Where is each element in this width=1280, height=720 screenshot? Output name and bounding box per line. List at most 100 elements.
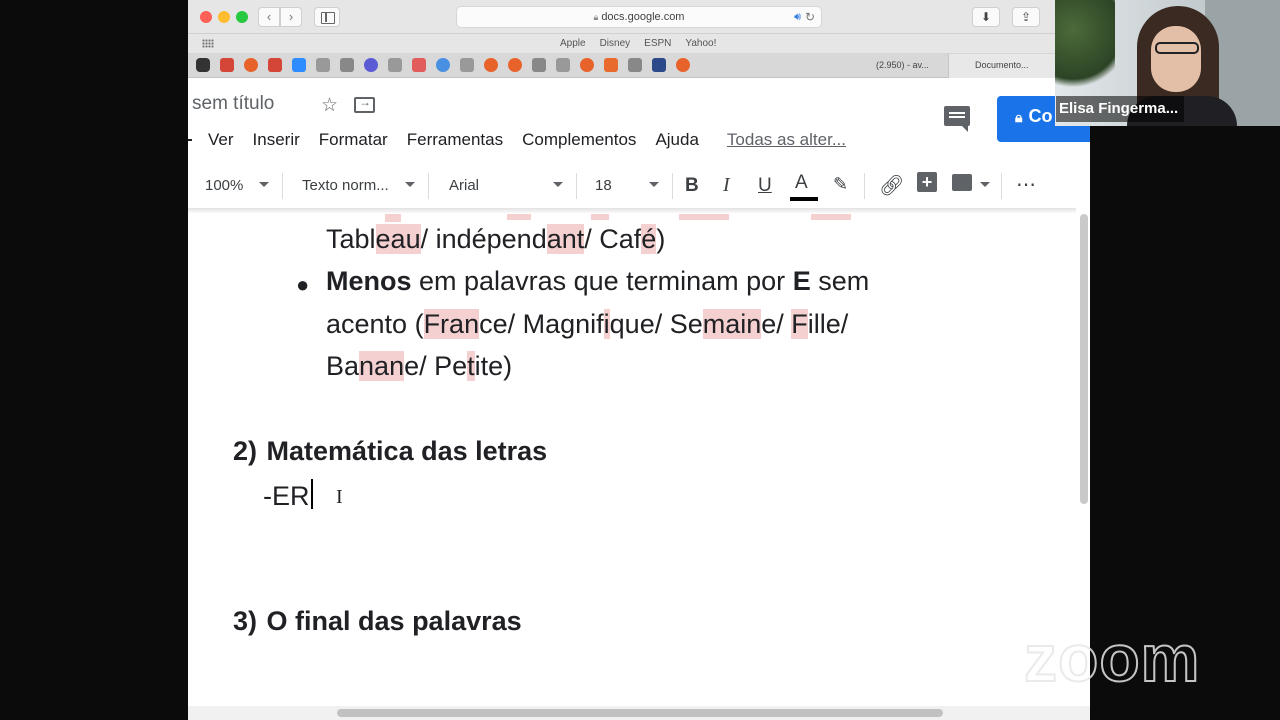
spell-highlight: t: [467, 351, 475, 381]
text-run: Ba: [326, 351, 360, 381]
address-bar[interactable]: 🔒︎ docs.google.com 🔊︎ ↻: [456, 6, 822, 28]
tab-p-icon[interactable]: [388, 58, 402, 72]
move-folder-icon[interactable]: [354, 95, 375, 113]
doc-line: acento (France/ Magnifique/ Semaine/ Fil…: [326, 309, 848, 340]
link-icon[interactable]: 🔗︎: [879, 173, 904, 198]
bold-text: E: [792, 266, 811, 296]
tab-l-icon[interactable]: [316, 58, 330, 72]
favorite-item[interactable]: ESPN: [644, 38, 671, 49]
favorite-item[interactable]: Apple: [560, 38, 586, 49]
heading-text: Matemática das letras: [266, 436, 548, 466]
speaker-icon[interactable]: 🔊︎: [794, 7, 801, 27]
zoom-select[interactable]: 100%: [205, 177, 243, 194]
document-page[interactable]: ( Tableau/ indépendant/ Café) ● Menos em…: [188, 214, 1076, 714]
divider: [672, 173, 673, 199]
instagram-icon[interactable]: [196, 58, 210, 72]
tab-f-icon[interactable]: [556, 58, 570, 72]
chevron-left-icon: ‹: [266, 9, 272, 24]
menu-inserir[interactable]: Inserir: [253, 130, 300, 150]
chevron-down-icon[interactable]: [259, 182, 269, 187]
menu-bar: Ver Inserir Formatar Ferramentas Complem…: [188, 130, 865, 150]
asana-icon[interactable]: [412, 58, 426, 72]
downloads-button[interactable]: ⬇: [972, 7, 1000, 27]
heading-text: O final das palavras: [266, 606, 522, 636]
document-title[interactable]: sem título: [192, 93, 274, 115]
heading-2: 2) Matemática das letras: [233, 436, 547, 467]
share-label: Co: [1028, 106, 1053, 126]
shared-screen: ‹ › 🔒︎ docs.google.com 🔊︎ ↻ ⬇ ⇪ Apple Dis…: [188, 0, 1090, 720]
heading-number: 2): [233, 436, 258, 466]
back-button[interactable]: ‹: [258, 7, 280, 27]
divider: [282, 173, 283, 199]
sidebar-toggle-button[interactable]: [314, 7, 340, 27]
text-run: sem: [810, 266, 870, 296]
hotmart-icon[interactable]: [508, 58, 522, 72]
doc-line: Banane/ Petite): [326, 351, 512, 382]
text-color-icon[interactable]: A: [795, 172, 808, 194]
lock-icon: 🔒︎: [593, 12, 599, 22]
tab-a-icon[interactable]: [628, 58, 642, 72]
star-icon[interactable]: ☆: [321, 94, 338, 117]
text-run: Tabl: [326, 224, 376, 254]
bold-icon[interactable]: B: [685, 175, 699, 197]
underline-icon[interactable]: U: [758, 175, 772, 197]
menu-complementos[interactable]: Complementos: [522, 130, 636, 150]
chevron-right-icon: ›: [288, 9, 294, 24]
zoom-icon[interactable]: [292, 58, 306, 72]
menu-formatar[interactable]: Formatar: [319, 130, 388, 150]
favorite-item[interactable]: Yahoo!: [685, 38, 716, 49]
cpanel-icon[interactable]: [604, 58, 618, 72]
hotmart-icon[interactable]: [580, 58, 594, 72]
tab-youtube[interactable]: (2.950) - av...: [876, 60, 929, 70]
menu-ver[interactable]: Ver: [208, 130, 234, 150]
zoom-window-button[interactable]: [236, 11, 248, 23]
tab-m-icon[interactable]: [340, 58, 354, 72]
grid-icon[interactable]: [202, 39, 214, 48]
chevron-down-icon[interactable]: [405, 182, 415, 187]
gmail-icon[interactable]: [268, 58, 282, 72]
share-icon: ⇪: [1020, 10, 1032, 24]
zoom-watermark-logo: zoom: [1023, 620, 1201, 696]
chevron-down-icon[interactable]: [649, 182, 659, 187]
insert-image-icon[interactable]: [952, 174, 972, 191]
vertical-scrollbar[interactable]: [1080, 214, 1088, 504]
forward-button[interactable]: ›: [280, 7, 302, 27]
tab-play-icon[interactable]: [652, 58, 666, 72]
minimize-window-button[interactable]: [218, 11, 230, 23]
tab-c-icon[interactable]: [460, 58, 474, 72]
favorite-item[interactable]: Disney: [600, 38, 631, 49]
add-comment-icon[interactable]: +: [917, 172, 937, 192]
highlight-fragment: [811, 214, 851, 220]
tab-m-icon[interactable]: [532, 58, 546, 72]
chevron-down-icon[interactable]: [980, 182, 990, 187]
font-select[interactable]: Arial: [449, 177, 479, 194]
spell-highlight: nan: [359, 351, 405, 381]
ibeam-cursor-icon: I: [336, 486, 343, 508]
menu-ajuda[interactable]: Ajuda: [655, 130, 698, 150]
text-cursor: [310, 479, 313, 509]
hotmart-icon[interactable]: [244, 58, 258, 72]
menu-ferramentas[interactable]: Ferramentas: [407, 130, 503, 150]
revision-history-link[interactable]: Todas as alter...: [727, 130, 846, 150]
browser-share-button[interactable]: ⇪: [1012, 7, 1040, 27]
text-run: e/: [761, 309, 792, 339]
tab-app-icon[interactable]: [364, 58, 378, 72]
url-text: docs.google.com: [601, 11, 685, 23]
highlight-pen-icon[interactable]: ✎: [833, 174, 848, 195]
text-color-swatch: [790, 197, 818, 201]
comments-icon[interactable]: [944, 106, 970, 132]
reload-icon[interactable]: ↻: [805, 7, 815, 27]
style-select[interactable]: Texto norm...: [302, 177, 389, 194]
menu-overflow: [188, 139, 192, 141]
close-window-button[interactable]: [200, 11, 212, 23]
tab-diamond-icon[interactable]: [436, 58, 450, 72]
spell-highlight: main: [702, 309, 762, 339]
gmail-icon[interactable]: [220, 58, 234, 72]
more-options-icon[interactable]: ⋯: [1016, 172, 1037, 197]
hotmart-icon[interactable]: [484, 58, 498, 72]
horizontal-scrollbar[interactable]: [337, 709, 943, 717]
italic-icon[interactable]: I: [723, 174, 730, 197]
hotmart-icon[interactable]: [676, 58, 690, 72]
font-size-select[interactable]: 18: [595, 177, 612, 194]
chevron-down-icon[interactable]: [553, 182, 563, 187]
